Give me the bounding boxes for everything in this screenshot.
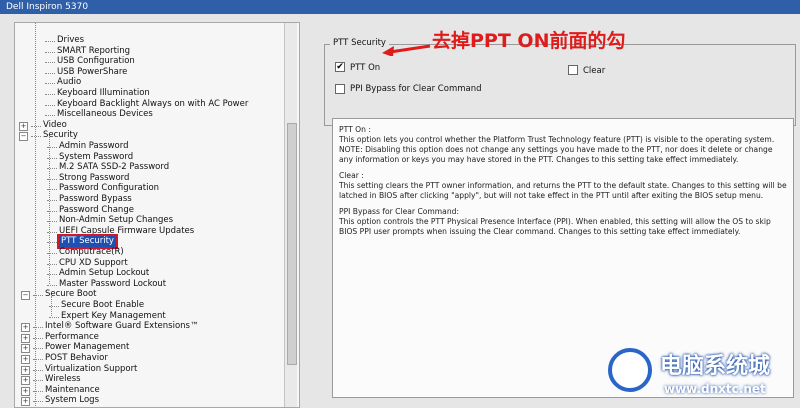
tree-item-strong-password[interactable]: Strong Password (59, 173, 129, 184)
tree-connector (31, 136, 41, 138)
tree-connector (45, 51, 55, 53)
tree-item-admin-password[interactable]: Admin Password (59, 141, 129, 152)
tree-connector (45, 104, 55, 106)
tree-connector (45, 115, 55, 117)
tree-item-usb-configuration[interactable]: USB Configuration (57, 56, 135, 67)
watermark-brand: 电脑系统城 (660, 354, 771, 379)
tree-item-password-change[interactable]: Password Change (59, 205, 134, 216)
tree-connector (35, 35, 36, 406)
desc-ppi-title: PPI Bypass for Clear Command: (339, 207, 460, 216)
ppi-bypass-checkbox[interactable] (335, 84, 345, 94)
tree-item-miscellaneous-devices[interactable]: Miscellaneous Devices (57, 109, 153, 120)
ptt-on-checkbox[interactable]: ✔ (335, 62, 345, 72)
ptt-on-label: PTT On (350, 63, 381, 73)
tree-connector (47, 284, 57, 286)
tree-item-uefi-capsule-firmware-updates[interactable]: UEFI Capsule Firmware Updates (59, 226, 194, 237)
tree-item-usb-powershare[interactable]: USB PowerShare (57, 67, 127, 78)
desc-ppi-text: This option controls the PTT Physical Pr… (339, 217, 771, 236)
expand-icon[interactable]: + (21, 323, 30, 333)
tree-item-maintenance[interactable]: Maintenance (45, 385, 100, 396)
expand-icon[interactable]: + (19, 121, 28, 131)
tree-connector (31, 125, 41, 127)
tree-item-non-admin-setup-changes[interactable]: Non-Admin Setup Changes (59, 215, 173, 226)
tree-connector (45, 72, 55, 74)
tree-item-smart-reporting[interactable]: SMART Reporting (57, 46, 130, 57)
expand-icon[interactable]: + (21, 344, 30, 354)
desc-ptt-title: PTT On : (339, 125, 371, 134)
tree-item-keyboard-illumination[interactable]: Keyboard Illumination (57, 88, 150, 99)
clear-label: Clear (583, 66, 606, 76)
clear-checkbox[interactable] (568, 65, 578, 75)
annotation-text: 去掉PPT ON前面的勾 (432, 30, 626, 52)
tree-item-expert-key-management[interactable]: Expert Key Management (61, 311, 166, 322)
expand-icon[interactable]: + (21, 365, 30, 375)
expand-icon[interactable]: + (21, 333, 30, 343)
tree-item-password-configuration[interactable]: Password Configuration (59, 183, 159, 194)
tree-item-system-password[interactable]: System Password (59, 152, 133, 163)
tree-item-power-management[interactable]: Power Management (45, 342, 129, 353)
tree-connector (49, 137, 50, 285)
tree-item-secure-boot[interactable]: Secure Boot (45, 289, 97, 300)
expand-icon[interactable]: + (21, 355, 30, 364)
tree-item-intel-software-guard-extensions[interactable]: Intel® Software Guard Extensions™ (45, 321, 198, 332)
tree-item-computrace-r[interactable]: Computrace(R) (59, 247, 124, 258)
tree-connector (45, 94, 55, 95)
desc-ptt-text: This option lets you control whether the… (339, 135, 775, 144)
expand-icon[interactable]: + (21, 376, 30, 386)
desc-ptt-note: NOTE: Disabling this option does not cha… (339, 145, 773, 164)
window-title-bar: Dell Inspiron 5370 (0, 0, 800, 14)
tree-item-m-2-sata-ssd-2-password[interactable]: M.2 SATA SSD-2 Password (59, 162, 169, 173)
expand-icon[interactable]: + (21, 397, 30, 407)
tree-scroll-thumb[interactable] (287, 123, 297, 365)
tree-item-system-logs[interactable]: System Logs (45, 395, 99, 406)
watermark-url: www.dnxtc.net (664, 382, 766, 396)
desc-clear-text: This setting clears the PTT owner inform… (339, 181, 787, 200)
collapse-icon[interactable]: − (21, 291, 30, 301)
tree-connector (45, 41, 55, 42)
watermark-logo: 电脑系统城 www.dnxtc.net (608, 342, 800, 408)
tree-connector (45, 62, 55, 64)
window-title: Dell Inspiron 5370 (6, 2, 89, 12)
tree-item-drives[interactable]: Drives (57, 35, 84, 46)
ptt-group-title: PTT Security (330, 38, 389, 48)
tree-item-keyboard-backlight-always-on-with-ac-power[interactable]: Keyboard Backlight Always on with AC Pow… (57, 99, 248, 110)
settings-tree: Drives SMART Reporting USB Configuration US… (14, 22, 300, 408)
tree-item-virtualization-support[interactable]: Virtualization Support (45, 364, 137, 375)
tree-item-admin-setup-lockout[interactable]: Admin Setup Lockout (59, 268, 149, 279)
tree-item-wireless[interactable]: Wireless (45, 374, 81, 385)
desc-clear-title: Clear : (339, 171, 364, 180)
ppi-bypass-label: PPI Bypass for Clear Command (350, 84, 482, 94)
tree-item-cpu-xd-support[interactable]: CPU XD Support (59, 258, 128, 269)
tree-item-video[interactable]: Video (43, 120, 67, 131)
annotation-arrow-icon (382, 44, 431, 56)
tree-item-post-behavior[interactable]: POST Behavior (45, 353, 108, 364)
tree-scrollbar[interactable] (284, 23, 297, 407)
tree-item-audio[interactable]: Audio (57, 77, 81, 88)
tree-item-performance[interactable]: Performance (45, 332, 99, 343)
collapse-icon[interactable]: − (19, 132, 28, 142)
tree-connector (51, 296, 52, 317)
watermark-logo-icon (608, 348, 652, 392)
tree-item-secure-boot-enable[interactable]: Secure Boot Enable (61, 300, 144, 311)
expand-icon[interactable]: + (21, 386, 30, 396)
tree-connector (49, 316, 59, 318)
tree-item-ptt-security[interactable]: PTT Security (57, 234, 118, 250)
tree-connector (45, 83, 55, 85)
tree-item-password-bypass[interactable]: Password Bypass (59, 194, 132, 205)
tree-item-master-password-lockout[interactable]: Master Password Lockout (59, 279, 166, 290)
